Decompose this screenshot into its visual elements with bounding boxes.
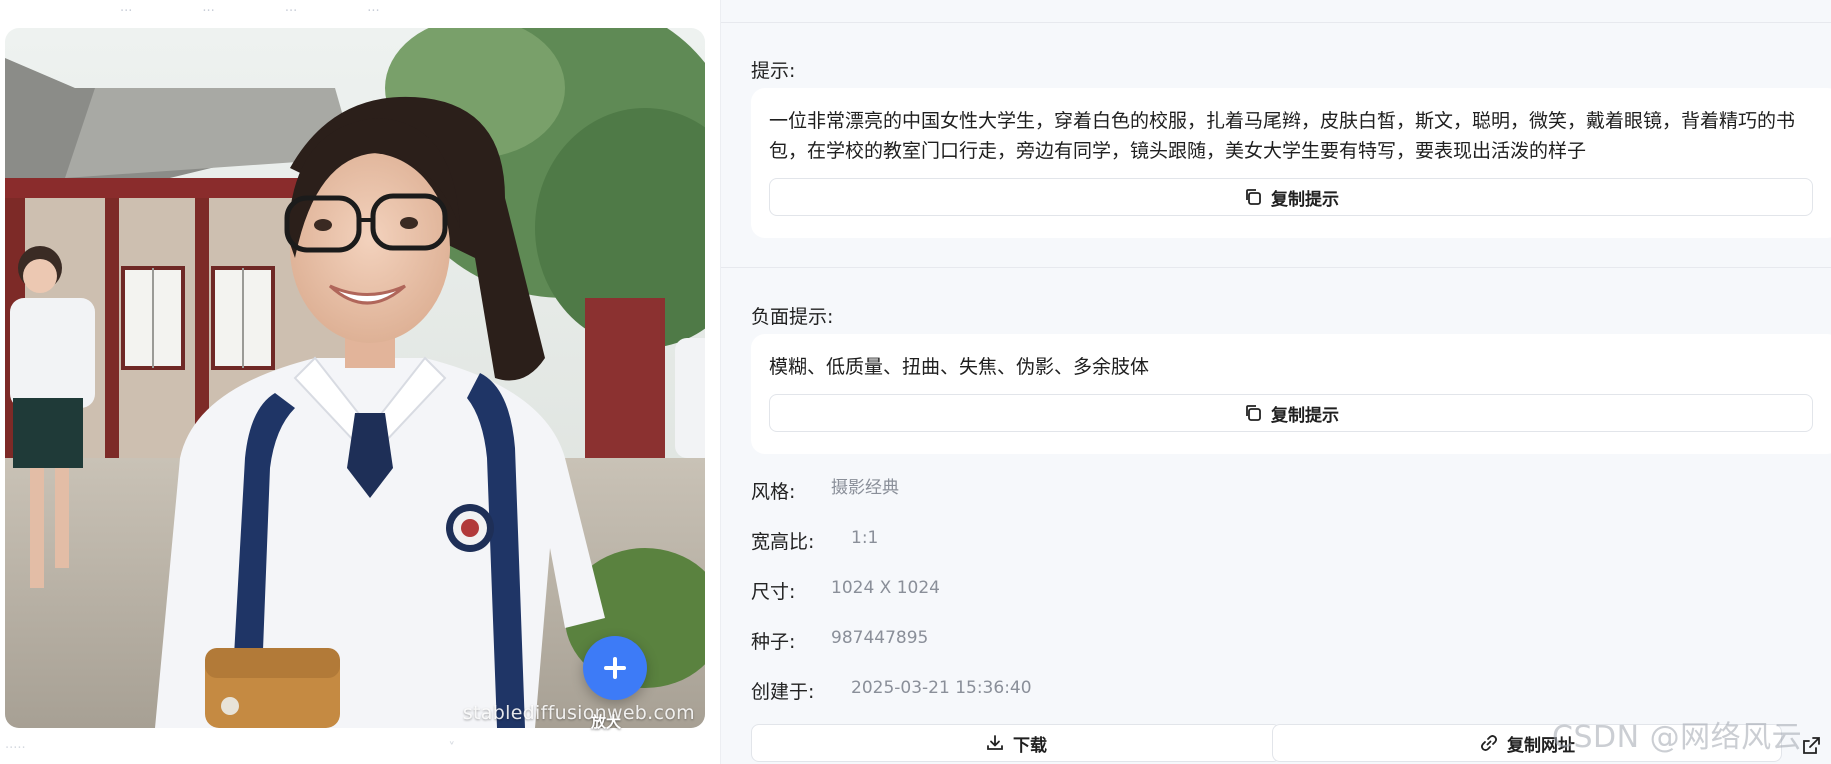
- image-panel: ··· ··· ··· ··· stablediffusionweb.com 放…: [0, 0, 720, 764]
- download-button[interactable]: 下载: [751, 724, 1281, 762]
- generated-image-illustration: [5, 28, 705, 728]
- copy-icon: [1246, 189, 1261, 205]
- meta-style-key: 风格:: [751, 481, 796, 503]
- divider: [721, 267, 1831, 268]
- link-icon: [1481, 735, 1497, 751]
- prompt-card: 一位非常漂亮的中国女性大学生，穿着白色的校服，扎着马尾辫，皮肤白皙，斯文，聪明，…: [751, 88, 1831, 238]
- meta-seed-key: 种子:: [751, 631, 796, 653]
- meta-size-row: 尺寸: 1024 X 1024: [751, 577, 940, 604]
- meta-style-value: 摄影经典: [831, 478, 899, 498]
- negative-prompt-text: 模糊、低质量、扭曲、失焦、伪影、多余肢体: [769, 356, 1150, 378]
- zoom-button[interactable]: [583, 636, 647, 700]
- negative-prompt-card: 模糊、低质量、扭曲、失焦、伪影、多余肢体 复制提示: [751, 334, 1831, 454]
- top-tab[interactable]: ···: [285, 4, 297, 19]
- copy-prompt-button[interactable]: 复制提示: [769, 178, 1813, 216]
- bottom-ghost-text: ·····: [5, 740, 26, 756]
- top-tab[interactable]: ···: [367, 4, 379, 19]
- generated-image[interactable]: stablediffusionweb.com: [5, 28, 705, 728]
- meta-size-key: 尺寸:: [751, 581, 796, 603]
- external-link-icon[interactable]: [1800, 735, 1822, 757]
- bottom-ghost-row: ····· ˅: [5, 736, 455, 760]
- copy-prompt-label: 复制提示: [1271, 189, 1339, 210]
- meta-seed-value: 987447895: [831, 628, 929, 648]
- meta-ratio-row: 宽高比: 1:1: [751, 527, 878, 554]
- plus-icon: [604, 657, 626, 679]
- csdn-watermark: CSDN @网络风云: [1552, 720, 1803, 755]
- meta-seed-row: 种子: 987447895: [751, 627, 928, 654]
- divider: [721, 22, 1831, 23]
- top-tab[interactable]: ···: [120, 4, 132, 19]
- negative-prompt-label: 负面提示:: [751, 306, 834, 328]
- prompt-label: 提示:: [751, 60, 796, 82]
- chevron-down-icon[interactable]: ˅: [449, 741, 456, 756]
- top-tab-strip: ··· ··· ··· ···: [0, 0, 720, 22]
- copy-negative-prompt-label: 复制提示: [1271, 405, 1339, 426]
- copy-negative-prompt-button[interactable]: 复制提示: [769, 394, 1813, 432]
- prompt-text: 一位非常漂亮的中国女性大学生，穿着白色的校服，扎着马尾辫，皮肤白皙，斯文，聪明，…: [769, 110, 1796, 162]
- details-panel: 提示: 一位非常漂亮的中国女性大学生，穿着白色的校服，扎着马尾辫，皮肤白皙，斯文…: [720, 0, 1831, 764]
- copy-icon: [1246, 405, 1261, 421]
- download-icon: [987, 735, 1003, 750]
- meta-created-key: 创建于:: [751, 681, 815, 703]
- meta-created-value: 2025-03-21 15:36:40: [851, 678, 1032, 698]
- meta-ratio-value: 1:1: [851, 528, 879, 548]
- meta-size-value: 1024 X 1024: [831, 578, 940, 598]
- meta-created-row: 创建于: 2025-03-21 15:36:40: [751, 677, 1032, 704]
- meta-ratio-key: 宽高比:: [751, 531, 815, 553]
- zoom-label: 放大: [591, 713, 622, 731]
- top-tab[interactable]: ···: [202, 4, 214, 19]
- download-label: 下载: [1013, 735, 1047, 756]
- image-watermark: stablediffusionweb.com: [462, 702, 695, 724]
- meta-style-row: 风格: 摄影经典: [751, 477, 899, 504]
